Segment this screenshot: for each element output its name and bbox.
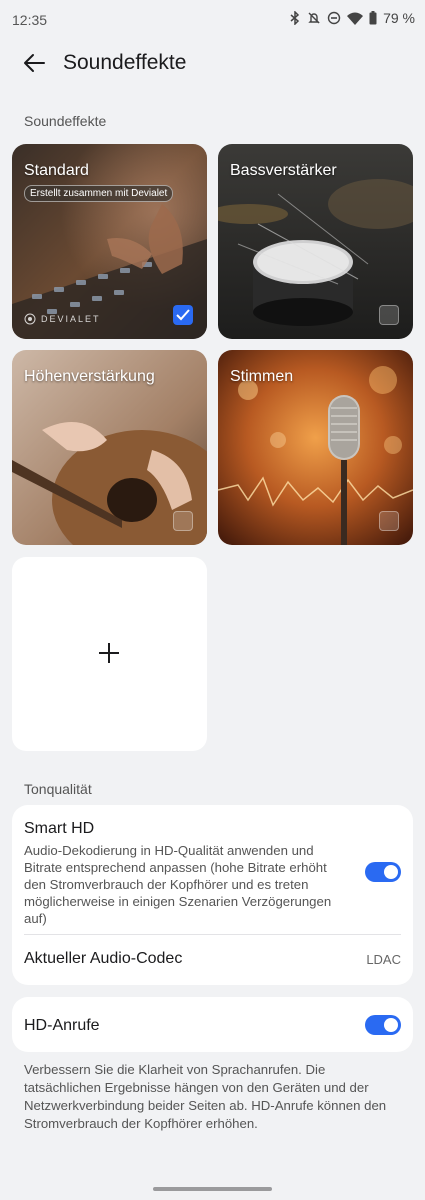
hd-calls-toggle[interactable] xyxy=(365,1015,401,1035)
tile-title: Bassverstärker xyxy=(230,162,337,179)
arrow-left-icon xyxy=(24,54,45,72)
status-bar: 12:35 79 % xyxy=(0,0,425,40)
plus-icon xyxy=(99,643,119,663)
add-effect-button[interactable] xyxy=(12,557,207,751)
battery-percent: 79 % xyxy=(383,10,415,26)
tile-title: Stimmen xyxy=(230,368,294,385)
app-bar: Soundeffekte xyxy=(0,40,425,88)
selected-checkbox[interactable] xyxy=(173,305,193,325)
audio-codec-title: Aktueller Audio-Codec xyxy=(24,950,183,967)
status-icons: 79 % xyxy=(289,10,415,26)
page-title: Soundeffekte xyxy=(63,51,187,74)
bluetooth-icon xyxy=(289,11,301,25)
do-not-disturb-icon xyxy=(327,11,341,25)
battery-icon xyxy=(369,11,377,25)
devialet-logo: DEVIALET xyxy=(24,313,101,325)
effect-tile-bass[interactable]: Bassverstärker xyxy=(218,144,413,339)
hd-calls-card: HD-Anrufe xyxy=(12,997,413,1052)
mute-icon xyxy=(307,11,321,25)
home-indicator[interactable] xyxy=(153,1187,272,1191)
divider xyxy=(24,934,401,935)
effect-tile-treble[interactable]: Höhenverstärkung xyxy=(12,350,207,545)
hd-calls-note: Verbessern Sie die Klarheit von Sprachan… xyxy=(24,1062,387,1131)
effect-tile-voices[interactable]: Stimmen xyxy=(218,350,413,545)
tile-subtitle: Erstellt zusammen mit Devialet xyxy=(24,185,174,202)
smart-hd-description: Audio-Dekodierung in HD-Qualität anwende… xyxy=(24,843,332,926)
devialet-brand: DEVIALET xyxy=(41,314,101,324)
toggle-knob xyxy=(384,865,398,879)
section-label-effects: Soundeffekte xyxy=(24,113,107,129)
devialet-icon xyxy=(24,313,36,325)
section-label-quality: Tonqualität xyxy=(24,781,92,797)
unselected-checkbox[interactable] xyxy=(379,305,399,325)
unselected-checkbox[interactable] xyxy=(173,511,193,531)
check-icon xyxy=(176,309,190,321)
tile-title: Standard xyxy=(24,162,89,179)
sound-quality-card: Smart HD Audio-Dekodierung in HD-Qualitä… xyxy=(12,805,413,985)
smart-hd-toggle[interactable] xyxy=(365,862,401,882)
wifi-icon xyxy=(347,12,364,25)
status-time: 12:35 xyxy=(12,12,48,28)
unselected-checkbox[interactable] xyxy=(379,511,399,531)
effect-tile-standard[interactable]: Standard Erstellt zusammen mit Devialet … xyxy=(12,144,207,339)
back-button[interactable] xyxy=(22,50,48,76)
smart-hd-title: Smart HD xyxy=(24,820,95,837)
hd-calls-title: HD-Anrufe xyxy=(24,1017,100,1034)
tile-title: Höhenverstärkung xyxy=(24,368,155,385)
audio-codec-value: LDAC xyxy=(366,952,401,967)
toggle-knob xyxy=(384,1018,398,1032)
